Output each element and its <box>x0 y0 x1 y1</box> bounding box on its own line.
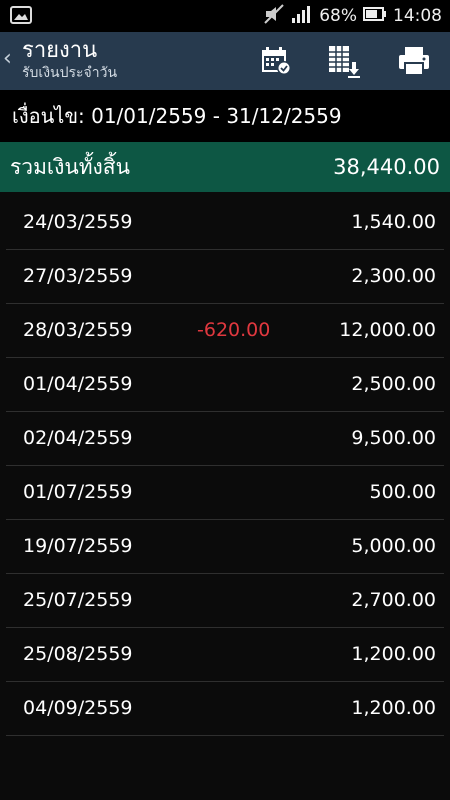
row-amount: 2,300.00 <box>351 265 436 287</box>
list-item[interactable]: 02/04/2559 9,500.00 <box>6 412 444 466</box>
row-date: 01/04/2559 <box>23 373 133 395</box>
battery-icon <box>363 6 387 27</box>
list-item[interactable]: 24/03/2559 1,540.00 <box>6 196 444 250</box>
row-date: 02/04/2559 <box>23 427 133 449</box>
row-amount: 5,000.00 <box>351 535 436 557</box>
list-item[interactable]: 01/07/2559 500.00 <box>6 466 444 520</box>
row-amount: 1,540.00 <box>351 211 436 233</box>
row-date: 04/09/2559 <box>23 697 133 719</box>
page-subtitle: รับเงินประจำวัน <box>22 65 118 81</box>
row-date: 24/03/2559 <box>23 211 133 233</box>
transaction-list: 24/03/2559 1,540.00 27/03/2559 2,300.00 … <box>0 196 450 736</box>
page-title: รายงาน <box>22 38 98 63</box>
total-label: รวมเงินทั้งสิ้น <box>10 154 130 179</box>
row-amount: 2,500.00 <box>351 373 436 395</box>
battery-percent: 68% <box>319 6 357 26</box>
total-bar: รวมเงินทั้งสิ้น 38,440.00 <box>0 142 450 192</box>
signal-icon <box>291 4 313 29</box>
calendar-check-icon <box>262 47 291 75</box>
row-amount: 2,700.00 <box>351 589 436 611</box>
list-item[interactable]: 25/07/2559 2,700.00 <box>6 574 444 628</box>
total-value: 38,440.00 <box>333 155 440 179</box>
row-negative: -620.00 <box>197 319 271 341</box>
row-date: 25/08/2559 <box>23 643 133 665</box>
spreadsheet-download-icon <box>329 46 360 78</box>
list-item[interactable]: 01/04/2559 2,500.00 <box>6 358 444 412</box>
row-amount: 9,500.00 <box>351 427 436 449</box>
row-amount: 1,200.00 <box>351 643 436 665</box>
row-date: 28/03/2559 <box>23 319 133 341</box>
calendar-button[interactable] <box>256 42 296 80</box>
date-filter[interactable]: เงื่อนไข: 01/01/2559 - 31/12/2559 <box>0 90 450 142</box>
row-date: 01/07/2559 <box>23 481 133 503</box>
app-bar-titles[interactable]: รายงาน รับเงินประจำวัน <box>22 38 117 82</box>
mute-icon <box>263 3 285 29</box>
row-amount: 500.00 <box>369 481 436 503</box>
clock: 14:08 <box>393 6 442 26</box>
row-date: 25/07/2559 <box>23 589 133 611</box>
list-item[interactable]: 28/03/2559 -620.00 12,000.00 <box>6 304 444 358</box>
row-amount: 1,200.00 <box>351 697 436 719</box>
row-date: 19/07/2559 <box>23 535 133 557</box>
list-item[interactable]: 27/03/2559 2,300.00 <box>6 250 444 304</box>
printer-icon <box>399 47 429 76</box>
row-date: 27/03/2559 <box>23 265 133 287</box>
image-notification-icon <box>10 6 32 28</box>
back-chevron-icon[interactable]: ‹ <box>3 46 12 71</box>
list-item[interactable]: 25/08/2559 1,200.00 <box>6 628 444 682</box>
list-item[interactable]: 19/07/2559 5,000.00 <box>6 520 444 574</box>
print-button[interactable] <box>394 42 434 80</box>
export-button[interactable] <box>324 42 364 80</box>
status-bar: 68% 14:08 <box>0 0 450 32</box>
list-item[interactable]: 04/09/2559 1,200.00 <box>6 682 444 736</box>
app-bar: ‹ รายงาน รับเงินประจำวัน <box>0 32 450 90</box>
row-amount: 12,000.00 <box>339 319 436 341</box>
